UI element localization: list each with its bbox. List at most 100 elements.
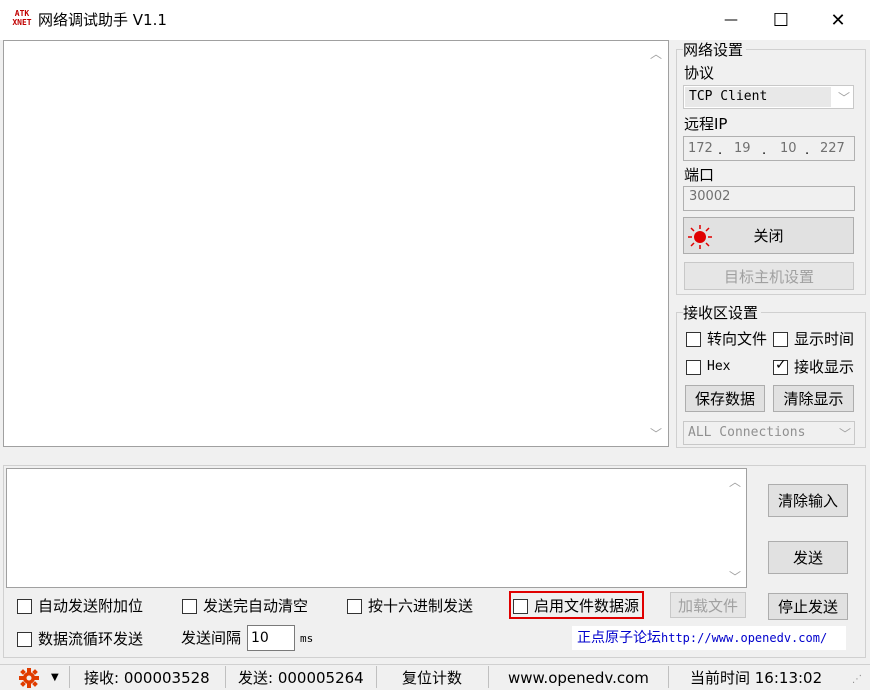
protocol-value: TCP Client	[689, 89, 768, 104]
forum-link[interactable]: 正点原子论坛http://www.openedv.com/	[572, 626, 846, 650]
checkbox-label: 启用文件数据源	[534, 597, 640, 615]
checkbox-box	[686, 331, 701, 347]
checkbox-box	[686, 359, 701, 375]
chevron-down-icon: ﹀	[837, 91, 850, 105]
status-separator	[376, 666, 377, 688]
interval-unit: ms	[300, 632, 314, 645]
checkbox-box	[182, 598, 197, 614]
gear-icon[interactable]	[18, 667, 40, 689]
save-data-button[interactable]: 保存数据	[685, 385, 765, 412]
app-logo-icon: ATK XNET	[12, 9, 32, 27]
received-count: 接收: 000003528	[84, 669, 210, 687]
checkbox-label: 显示时间	[794, 330, 855, 348]
connect-button-label: 关闭	[753, 227, 784, 245]
connect-toggle-button[interactable]: 关闭	[683, 217, 854, 254]
resize-grip-icon[interactable]: ⋰	[852, 674, 862, 685]
port-label: 端口	[684, 166, 715, 184]
clear-display-button[interactable]: 清除显示	[773, 385, 854, 412]
receive-settings-title: 接收区设置	[683, 303, 762, 323]
load-file-button[interactable]: 加载文件	[670, 592, 746, 618]
ip-octet-1: 172	[688, 141, 713, 156]
protocol-select[interactable]: TCP Client ﹀	[683, 85, 854, 109]
button-label: 清除输入	[777, 492, 838, 510]
send-textarea[interactable]	[6, 468, 747, 588]
ip-dot: .	[718, 143, 723, 158]
send-scrollbar[interactable]: ︿ ﹀	[726, 469, 744, 587]
sent-count: 发送: 000005264	[238, 669, 364, 687]
minimize-button[interactable]: —	[708, 0, 754, 40]
button-label: 停止发送	[777, 598, 838, 616]
checkbox-label: 转向文件	[707, 330, 768, 348]
button-label: 发送	[792, 549, 823, 567]
redirect-file-checkbox[interactable]: 转向文件	[686, 329, 767, 349]
loop-send-checkbox[interactable]: 数据流循环发送	[17, 629, 143, 649]
auto-append-checkbox[interactable]: 自动发送附加位	[17, 596, 143, 616]
status-separator	[488, 666, 489, 688]
close-icon: ✕	[830, 9, 846, 31]
status-separator	[668, 666, 669, 688]
connections-select[interactable]: ALL Connections ﹀	[683, 421, 855, 445]
port-field[interactable]: 30002	[683, 186, 855, 211]
hex-display-checkbox[interactable]: Hex	[686, 357, 730, 377]
window-title: 网络调试助手 V1.1	[38, 11, 167, 29]
checkbox-label: 按十六进制发送	[368, 597, 474, 615]
target-host-settings-button[interactable]: 目标主机设置	[684, 262, 854, 290]
minimize-icon: —	[724, 12, 738, 28]
maximize-icon: ☐	[772, 9, 790, 31]
connections-value: ALL Connections	[688, 425, 806, 440]
receive-scrollbar[interactable]: ︿ ﹀	[647, 41, 665, 446]
ip-dot: .	[805, 143, 810, 158]
button-label: 清除显示	[783, 390, 844, 408]
scroll-down-icon: ﹀	[649, 427, 662, 441]
chevron-down-icon: ﹀	[838, 427, 851, 441]
enable-file-source-checkbox[interactable]: 启用文件数据源	[513, 596, 639, 616]
scroll-down-icon: ﹀	[728, 570, 741, 584]
stop-send-button[interactable]: 停止发送	[768, 593, 848, 620]
send-interval-label: 发送间隔	[181, 629, 242, 647]
hex-send-checkbox[interactable]: 按十六进制发送	[347, 596, 473, 616]
scroll-up-icon: ︿	[728, 475, 741, 489]
checkbox-box	[17, 598, 32, 614]
send-button[interactable]: 发送	[768, 541, 848, 574]
scroll-up-icon: ︿	[649, 47, 662, 61]
send-interval-input[interactable]: 10	[247, 625, 295, 651]
ip-octet-2: 19	[734, 141, 751, 156]
checkbox-box	[513, 598, 528, 614]
checkbox-label: Hex	[707, 359, 731, 374]
receive-textarea[interactable]	[3, 40, 669, 447]
ip-octet-4: 227	[820, 141, 845, 156]
gear-dropdown-icon[interactable]: ▼	[51, 668, 59, 688]
target-host-label: 目标主机设置	[723, 267, 814, 286]
forum-label: 正点原子论坛	[577, 630, 661, 646]
auto-clear-checkbox[interactable]: 发送完自动清空	[182, 596, 308, 616]
ip-dot: .	[762, 143, 767, 158]
clear-input-button[interactable]: 清除输入	[768, 484, 848, 517]
close-window-button[interactable]: ✕	[815, 0, 861, 40]
checkbox-label: 接收显示	[794, 358, 855, 376]
forum-url: http://www.openedv.com/	[661, 631, 828, 645]
show-receive-checkbox[interactable]: 接收显示	[773, 357, 854, 377]
protocol-label: 协议	[684, 64, 715, 82]
show-time-checkbox[interactable]: 显示时间	[773, 329, 854, 349]
reset-count-button[interactable]: 复位计数	[402, 668, 462, 688]
checkbox-box	[773, 357, 788, 375]
network-settings-title: 网络设置	[683, 40, 747, 60]
checkbox-box	[347, 598, 362, 614]
port-value: 30002	[689, 189, 731, 204]
checkbox-label: 自动发送附加位	[38, 597, 144, 615]
current-time: 当前时间 16:13:02	[690, 669, 823, 687]
connection-status-icon	[688, 225, 712, 249]
checkbox-label: 发送完自动清空	[203, 597, 309, 615]
checkbox-label: 数据流循环发送	[38, 630, 144, 648]
maximize-button[interactable]: ☐	[758, 0, 804, 40]
checkbox-box	[17, 631, 32, 647]
website-link[interactable]: www.openedv.com	[508, 668, 649, 688]
checkbox-box	[773, 331, 788, 347]
button-label: 加载文件	[677, 596, 738, 615]
button-label: 保存数据	[694, 390, 755, 408]
status-separator	[225, 666, 226, 688]
remote-ip-label: 远程IP	[684, 115, 728, 133]
ip-octet-3: 10	[780, 141, 797, 156]
status-separator	[69, 666, 70, 688]
remote-ip-field[interactable]: 172 . 19 . 10 . 227	[683, 136, 855, 161]
